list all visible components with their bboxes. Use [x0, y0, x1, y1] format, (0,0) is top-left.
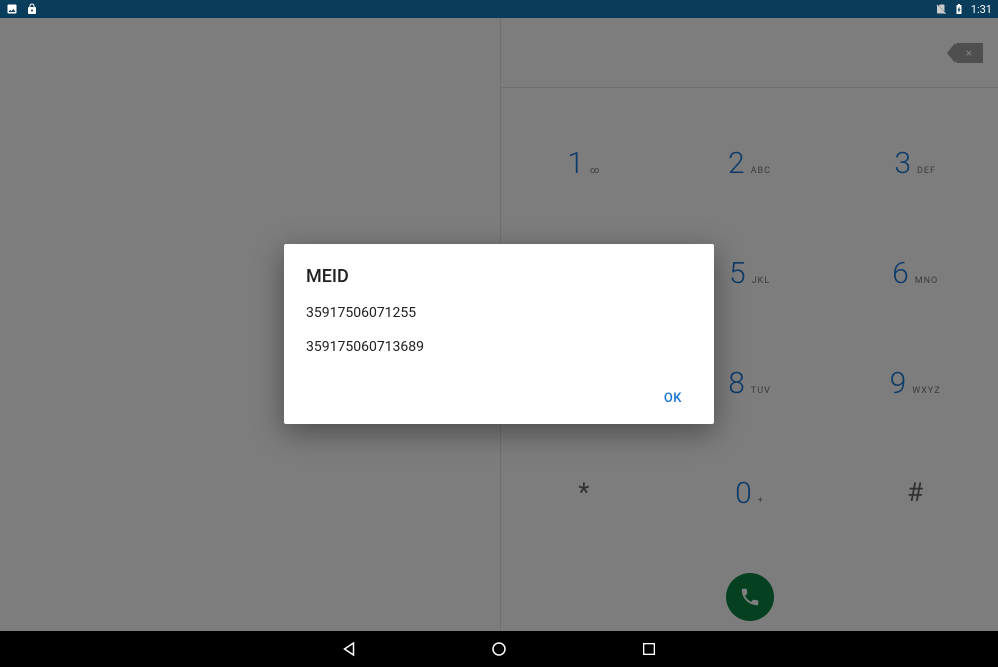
dialog-title: MEID	[306, 266, 692, 287]
status-left	[6, 3, 38, 15]
nav-recents-button[interactable]	[639, 639, 659, 659]
nav-back-button[interactable]	[339, 639, 359, 659]
nav-home-button[interactable]	[489, 639, 509, 659]
battery-icon	[953, 3, 965, 15]
no-sim-icon	[935, 3, 947, 15]
lock-icon	[26, 3, 38, 15]
ok-button[interactable]: OK	[654, 383, 692, 414]
image-icon	[6, 3, 18, 15]
nav-bar	[0, 631, 998, 667]
back-icon	[340, 640, 358, 658]
status-right: 1:31	[935, 3, 992, 16]
meid-dialog: MEID 35917506071255 359175060713689 OK	[284, 244, 714, 424]
status-bar: 1:31	[0, 0, 998, 18]
status-time: 1:31	[971, 3, 992, 16]
home-icon	[490, 640, 508, 658]
meid-value-1: 35917506071255	[306, 305, 692, 321]
dialog-actions: OK	[306, 373, 692, 414]
meid-value-2: 359175060713689	[306, 339, 692, 355]
screen: 1:31 × 1∞ 2ABC 3DEF 4GHI 5JKL 6MNO	[0, 0, 998, 667]
recents-icon	[641, 641, 657, 657]
